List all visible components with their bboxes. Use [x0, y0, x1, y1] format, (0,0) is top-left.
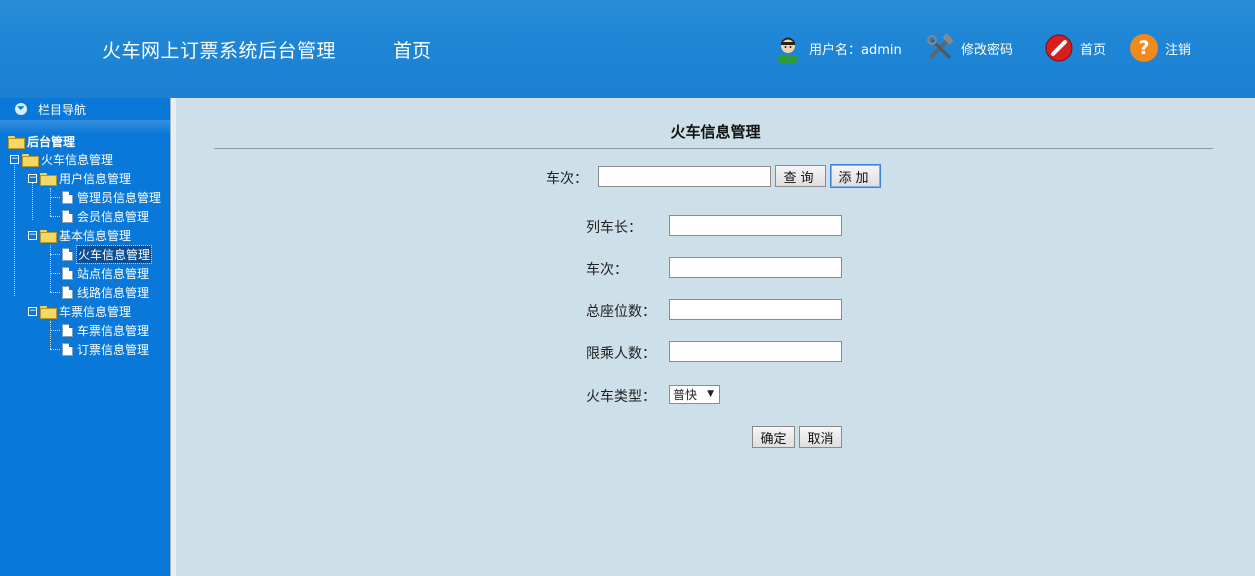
conductor-label: 列车长：: [586, 220, 642, 236]
folder-open-icon: [40, 229, 57, 243]
conductor-field[interactable]: [669, 215, 842, 236]
train-type-select[interactable]: 普快 ▼: [669, 385, 720, 404]
collapse-icon[interactable]: ⏷: [15, 103, 27, 115]
train-no-field[interactable]: [669, 257, 842, 278]
folder-open-icon: [8, 135, 25, 149]
tree-member-info-label: 会员信息管理: [77, 209, 150, 224]
total-seats-field[interactable]: [669, 299, 842, 320]
logout-label: 注销: [1165, 42, 1192, 58]
title-divider: [214, 148, 1213, 149]
main-content: 火车信息管理 车次： 查询 添加 列车长： 车次： 总座位数： 限乘人数： 火车…: [176, 98, 1255, 576]
folder-open-icon: [40, 305, 57, 319]
change-password-link[interactable]: 修改密码: [924, 30, 1013, 66]
train-type-value: 普快: [673, 388, 698, 402]
tree-ticket-info[interactable]: 车票信息管理: [62, 321, 149, 339]
dropdown-arrow-icon: ▼: [707, 389, 714, 399]
page-title: 火车信息管理: [670, 123, 761, 141]
tree-user-info-label: 用户信息管理: [59, 171, 132, 186]
sidebar: ⏷ 栏目导航 后台管理 − 火车信息管理 − 用户信息管理 管理员信息管理 会员…: [0, 98, 170, 576]
app-title: 火车网上订票系统后台管理: [102, 40, 337, 62]
total-seats-label: 总座位数：: [586, 304, 656, 320]
document-icon: [62, 247, 73, 261]
train-no-label: 车次：: [586, 262, 628, 278]
nav-title: 栏目导航: [38, 102, 87, 117]
tree-route-info[interactable]: 线路信息管理: [62, 283, 149, 301]
tree-train-mgmt-label: 火车信息管理: [41, 152, 114, 167]
tree-train-mgmt[interactable]: − 火车信息管理: [10, 150, 113, 168]
collapse-toggle-icon[interactable]: −: [28, 230, 37, 240]
train-type-label: 火车类型：: [586, 389, 656, 405]
tree-basic-info-label: 基本信息管理: [59, 228, 132, 243]
header-bar: 火车网上订票系统后台管理 首页 用户名：admin 修改密码 首页 ? 注销: [0, 0, 1255, 98]
collapse-toggle-icon[interactable]: −: [10, 154, 19, 164]
tree-station-info-label: 站点信息管理: [77, 266, 150, 281]
tree-order-info[interactable]: 订票信息管理: [62, 340, 149, 358]
document-icon: [62, 209, 73, 223]
tree-root[interactable]: 后台管理: [8, 132, 75, 150]
confirm-button[interactable]: 确定: [752, 426, 795, 448]
add-button[interactable]: 添加: [830, 164, 881, 188]
home-nav-link[interactable]: 首页: [393, 36, 431, 63]
tree-ticket-info-label: 车票信息管理: [77, 323, 150, 338]
svg-text:?: ?: [1138, 37, 1149, 59]
tree-user-info[interactable]: − 用户信息管理: [28, 169, 131, 187]
collapse-toggle-icon[interactable]: −: [28, 173, 37, 183]
tree-route-info-label: 线路信息管理: [77, 285, 150, 300]
username-label: 用户名：admin: [809, 42, 902, 58]
capacity-field[interactable]: [669, 341, 842, 362]
tree-train-info[interactable]: 火车信息管理: [62, 244, 153, 264]
tools-icon: [924, 32, 956, 64]
tree-order-info-label: 订票信息管理: [77, 342, 150, 357]
capacity-label: 限乘人数：: [586, 346, 656, 362]
tree-ticket-mgmt-label: 车票信息管理: [59, 304, 132, 319]
document-icon: [62, 285, 73, 299]
query-button[interactable]: 查询: [775, 165, 826, 187]
document-icon: [62, 190, 73, 204]
tree-ticket-mgmt[interactable]: − 车票信息管理: [28, 302, 131, 320]
user-avatar-icon: [772, 32, 804, 64]
search-label: 车次：: [546, 171, 588, 187]
sidebar-nav-header: ⏷ 栏目导航: [0, 98, 170, 120]
search-input[interactable]: [598, 166, 771, 187]
tree-station-info[interactable]: 站点信息管理: [62, 264, 149, 282]
cancel-button[interactable]: 取消: [799, 426, 842, 448]
logout-link[interactable]: ? 注销: [1128, 30, 1191, 66]
user-info: 用户名：admin: [772, 30, 902, 66]
home-label: 首页: [1080, 42, 1107, 58]
tree-basic-info[interactable]: − 基本信息管理: [28, 226, 131, 244]
tree-root-label: 后台管理: [27, 134, 76, 149]
collapse-toggle-icon[interactable]: −: [28, 306, 37, 316]
home-link[interactable]: 首页: [1043, 30, 1106, 66]
document-icon: [62, 266, 73, 280]
document-icon: [62, 342, 73, 356]
tree-train-info-label: 火车信息管理: [75, 244, 153, 264]
folder-open-icon: [22, 153, 39, 167]
help-icon: ?: [1128, 32, 1160, 64]
tree-admin-info[interactable]: 管理员信息管理: [62, 188, 161, 206]
change-password-label: 修改密码: [961, 42, 1014, 58]
home-icon: [1043, 32, 1075, 64]
tree-member-info[interactable]: 会员信息管理: [62, 207, 149, 225]
folder-open-icon: [40, 172, 57, 186]
tree-admin-info-label: 管理员信息管理: [77, 190, 162, 205]
document-icon: [62, 323, 73, 337]
